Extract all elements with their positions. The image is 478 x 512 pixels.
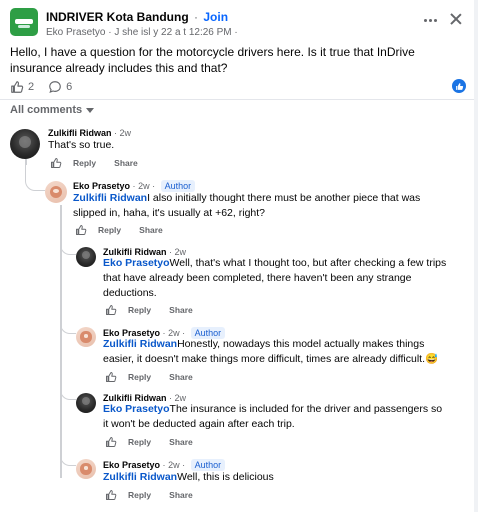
like-count: 2 bbox=[28, 81, 35, 93]
comment-time[interactable]: 2w bbox=[120, 128, 132, 138]
post-meta: Eko Prasetyo · J she isl y 22 a t 12:26 … bbox=[46, 27, 238, 38]
avatar[interactable] bbox=[76, 459, 96, 479]
comment: Zulkifli Ridwan · 2w That's so true. Rep… bbox=[0, 126, 474, 172]
comment-text: That's so true. bbox=[48, 138, 448, 153]
comment-author[interactable]: Zulkifli Ridwan bbox=[48, 128, 112, 138]
comment-actions: Reply Share bbox=[49, 157, 138, 169]
reply-button[interactable]: Reply bbox=[128, 437, 151, 447]
like-stat[interactable]: 2 bbox=[10, 80, 34, 94]
reply-button[interactable]: Reply bbox=[73, 158, 96, 168]
comment-author[interactable]: Eko Prasetyo bbox=[103, 460, 160, 470]
comment-count: 6 bbox=[66, 81, 73, 93]
separator: · bbox=[182, 460, 186, 470]
like-icon[interactable] bbox=[104, 489, 118, 501]
separator: · bbox=[194, 10, 199, 24]
divider bbox=[0, 99, 478, 100]
avatar[interactable] bbox=[10, 129, 40, 159]
mention-link[interactable]: Zulkifli Ridwan bbox=[103, 471, 177, 483]
mention-link[interactable]: Zulkifli Ridwan bbox=[73, 192, 147, 204]
like-icon[interactable] bbox=[74, 224, 88, 236]
comment-text: Zulkifli RidwanWell, this is delicious bbox=[103, 470, 448, 485]
like-icon[interactable] bbox=[104, 371, 118, 383]
avatar[interactable] bbox=[76, 327, 96, 347]
comment-icon bbox=[49, 81, 61, 94]
comment-actions: Reply Share bbox=[104, 436, 193, 448]
more-options-icon[interactable] bbox=[420, 12, 440, 28]
comment-body: That's so true. bbox=[48, 139, 115, 151]
post-stats: 2 6 bbox=[10, 80, 86, 94]
comments-sort-button[interactable]: All comments bbox=[10, 104, 95, 116]
reply-button[interactable]: Reply bbox=[128, 305, 151, 315]
avatar[interactable] bbox=[45, 181, 67, 203]
separator: · bbox=[162, 460, 166, 470]
share-button[interactable]: Share bbox=[169, 490, 193, 500]
like-icon[interactable] bbox=[49, 157, 63, 169]
post-header: INDRIVER Kota Bandung · Join Eko Prasety… bbox=[0, 0, 478, 44]
reply-button[interactable]: Reply bbox=[128, 490, 151, 500]
comment-time[interactable]: 2w bbox=[168, 460, 180, 470]
close-icon[interactable] bbox=[447, 10, 465, 28]
scrollbar[interactable] bbox=[474, 0, 478, 512]
comment: Eko Prasetyo · 2w · Author Zulkifli Ridw… bbox=[0, 325, 474, 385]
sort-label: All comments bbox=[10, 104, 83, 116]
group-title-line: INDRIVER Kota Bandung · Join bbox=[46, 10, 228, 24]
separator: · bbox=[114, 128, 118, 138]
emoji: 😅 bbox=[425, 353, 439, 365]
comment-text: Eko PrasetyoThe insurance is included fo… bbox=[103, 402, 448, 432]
comment-text: Eko PrasetyoWell, that's what I thought … bbox=[103, 256, 448, 301]
avatar[interactable] bbox=[76, 393, 96, 413]
comment-header: Zulkifli Ridwan · 2w bbox=[48, 128, 131, 138]
comment: Zulkifli Ridwan · 2w Eko PrasetyoWell, t… bbox=[0, 245, 474, 317]
avatar[interactable] bbox=[76, 247, 96, 267]
comment-actions: Reply Share bbox=[104, 304, 193, 316]
like-icon[interactable] bbox=[104, 304, 118, 316]
comment-actions: Reply Share bbox=[104, 489, 193, 501]
share-button[interactable]: Share bbox=[169, 305, 193, 315]
mention-link[interactable]: Zulkifli Ridwan bbox=[103, 338, 177, 350]
comment-text: Zulkifli RidwanI also initially thought … bbox=[73, 191, 443, 221]
reply-button[interactable]: Reply bbox=[98, 225, 121, 235]
comment: Zulkifli Ridwan · 2w Eko PrasetyoThe ins… bbox=[0, 391, 474, 449]
comment: Eko Prasetyo · 2w · Author Zulkifli Ridw… bbox=[0, 178, 474, 238]
chevron-down-icon bbox=[86, 107, 95, 113]
group-name[interactable]: INDRIVER Kota Bandung bbox=[46, 10, 189, 24]
separator: · bbox=[152, 181, 156, 191]
comment-actions: Reply Share bbox=[74, 224, 163, 236]
like-reaction-icon[interactable] bbox=[452, 79, 466, 93]
share-button[interactable]: Share bbox=[114, 158, 138, 168]
share-button[interactable]: Share bbox=[139, 225, 163, 235]
share-button[interactable]: Share bbox=[169, 372, 193, 382]
share-button[interactable]: Share bbox=[169, 437, 193, 447]
post-body: Hello, I have a question for the motorcy… bbox=[10, 45, 415, 75]
comment-actions: Reply Share bbox=[104, 371, 193, 383]
like-icon bbox=[11, 81, 24, 93]
join-link[interactable]: Join bbox=[203, 10, 228, 24]
comment-text: Zulkifli RidwanHonestly, nowadays this m… bbox=[103, 337, 448, 367]
mention-link[interactable]: Eko Prasetyo bbox=[103, 403, 170, 415]
comment-author[interactable]: Eko Prasetyo bbox=[73, 181, 130, 191]
comment-body: Well, this is delicious bbox=[177, 471, 274, 483]
comment-stat[interactable]: 6 bbox=[48, 80, 72, 94]
group-avatar[interactable] bbox=[10, 8, 38, 36]
comment: Eko Prasetyo · 2w · Author Zulkifli Ridw… bbox=[0, 457, 474, 507]
like-icon[interactable] bbox=[104, 436, 118, 448]
separator: · bbox=[132, 181, 136, 191]
comment-time[interactable]: 2w bbox=[138, 181, 150, 191]
reply-button[interactable]: Reply bbox=[128, 372, 151, 382]
mention-link[interactable]: Eko Prasetyo bbox=[103, 257, 170, 269]
